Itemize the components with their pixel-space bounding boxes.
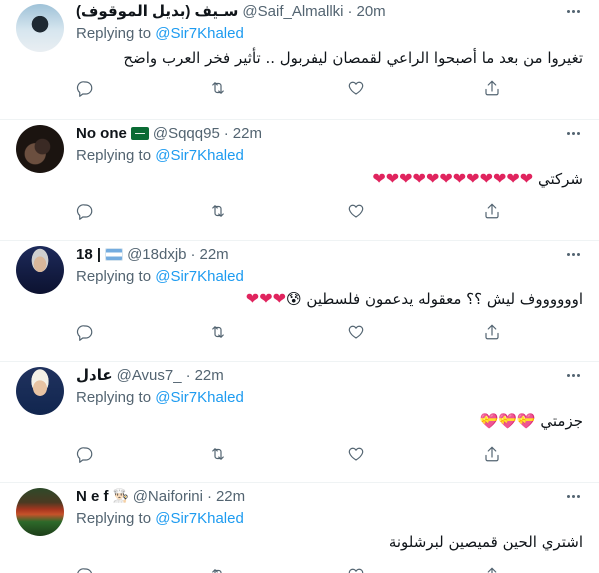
separator-dot: · [223,124,229,142]
display-name[interactable]: عادل [76,366,113,384]
reply-icon[interactable] [76,566,94,573]
display-name[interactable]: N e f [76,488,109,505]
replying-to-link[interactable]: @Sir7Khaled [155,510,244,527]
separator-dot: · [185,366,191,384]
tweet-header: عادل @Avus7_ · 22m [76,364,224,386]
argentina-flag-icon [105,247,124,261]
share-icon[interactable] [483,445,501,463]
retweet-icon[interactable] [209,79,227,97]
avatar[interactable] [16,125,64,173]
replying-to: Replying to @Sir7Khaled [76,389,244,406]
separator-dot: · [190,245,196,263]
tweet-text: تغيروا من بعد ما أصبحوا الراعي لقمصان لي… [123,49,583,67]
separator-dot: · [206,487,212,505]
tweet-text: جزمتي 💝💝💝 [479,412,583,430]
tweet-header: سـيف (بديل الموقوف) @Saif_Almallki · 20m [76,0,386,22]
cook-emoji-icon: 👨🏻‍🍳 [112,488,129,503]
replying-to-link[interactable]: @Sir7Khaled [155,389,244,406]
timestamp[interactable]: 22m [200,246,229,263]
tweet-actions [76,566,506,573]
tweet[interactable]: 18 | @18dxjb · 22m Replying to @Sir7Khal… [0,242,599,362]
retweet-icon[interactable] [209,323,227,341]
replying-to: Replying to @Sir7Khaled [76,147,244,164]
replying-to-link[interactable]: @Sir7Khaled [155,25,244,42]
replying-to-link[interactable]: @Sir7Khaled [155,147,244,164]
like-icon[interactable] [347,202,365,220]
like-icon[interactable] [347,323,365,341]
share-icon[interactable] [483,79,501,97]
tweet-text: شركتي ❤❤❤❤❤❤❤❤❤❤❤❤ [372,169,583,188]
tweet[interactable]: عادل @Avus7_ · 22m Replying to @Sir7Khal… [0,363,599,483]
tweet[interactable]: No one @Sqqq95 · 22m Replying to @Sir7Kh… [0,121,599,241]
display-name[interactable]: 18 | [76,246,101,263]
replying-to: Replying to @Sir7Khaled [76,268,244,285]
more-options-icon[interactable] [563,124,583,142]
share-icon[interactable] [483,566,501,573]
tweet-actions [76,79,506,99]
replying-to: Replying to @Sir7Khaled [76,510,244,527]
timestamp[interactable]: 20m [357,3,386,20]
more-options-icon[interactable] [563,245,583,263]
username[interactable]: @Naiforini [133,488,203,505]
like-icon[interactable] [347,566,365,573]
replying-to-link[interactable]: @Sir7Khaled [155,268,244,285]
tweet-actions [76,202,506,222]
tweet-text: اووووووف ليش ؟؟ معقوله يدعمون فلسطين 😰❤❤… [245,289,583,308]
separator-dot: · [347,2,353,20]
display-name[interactable]: سـيف (بديل الموقوف) [76,2,238,20]
avatar[interactable] [16,4,64,52]
tweet[interactable]: سـيف (بديل الموقوف) @Saif_Almallki · 20m… [0,0,599,120]
timestamp[interactable]: 22m [233,125,262,142]
more-options-icon[interactable] [563,366,583,384]
reply-icon[interactable] [76,79,94,97]
display-name[interactable]: No one [76,125,127,142]
tweet-header: N e f 👨🏻‍🍳 @Naiforini · 22m [76,485,245,507]
tweet-text: اشتري الحين قميصين لبرشلونة [388,533,583,551]
timestamp[interactable]: 22m [195,367,224,384]
tweet[interactable]: N e f 👨🏻‍🍳 @Naiforini · 22m Replying to … [0,484,599,573]
tweet-header: 18 | @18dxjb · 22m [76,243,229,265]
username[interactable]: @18dxjb [127,246,186,263]
more-options-icon[interactable] [563,2,583,20]
timestamp[interactable]: 22m [216,488,245,505]
reply-icon[interactable] [76,202,94,220]
reply-icon[interactable] [76,445,94,463]
share-icon[interactable] [483,202,501,220]
share-icon[interactable] [483,323,501,341]
username[interactable]: @Avus7_ [117,367,182,384]
username[interactable]: @Saif_Almallki [242,3,343,20]
like-icon[interactable] [347,79,365,97]
avatar[interactable] [16,488,64,536]
replying-to: Replying to @Sir7Khaled [76,25,244,42]
retweet-icon[interactable] [209,202,227,220]
tweet-actions [76,445,506,465]
avatar[interactable] [16,246,64,294]
username[interactable]: @Sqqq95 [153,125,220,142]
avatar[interactable] [16,367,64,415]
more-options-icon[interactable] [563,487,583,505]
saudi-flag-icon [130,126,149,140]
like-icon[interactable] [347,445,365,463]
retweet-icon[interactable] [209,445,227,463]
reply-icon[interactable] [76,323,94,341]
tweet-header: No one @Sqqq95 · 22m [76,122,262,144]
tweet-actions [76,323,506,343]
retweet-icon[interactable] [209,566,227,573]
